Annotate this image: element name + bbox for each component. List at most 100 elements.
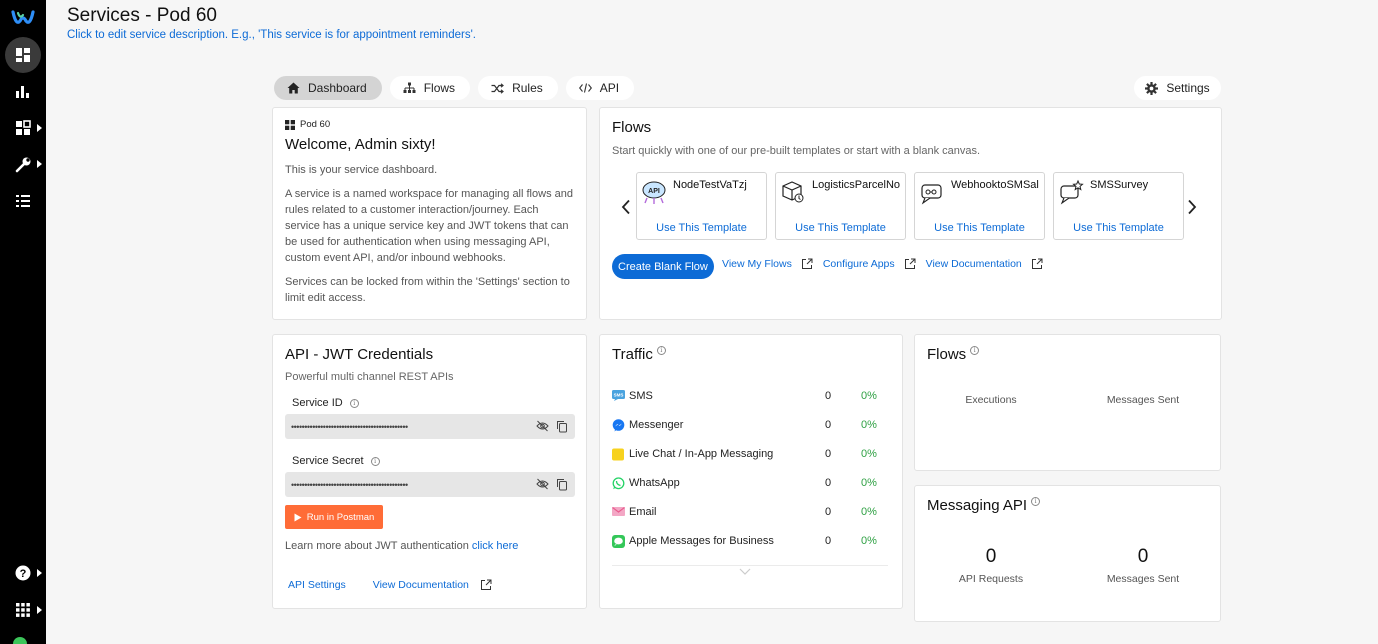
- info-icon[interactable]: i: [656, 346, 666, 355]
- welcome-intro: This is your service dashboard.: [285, 164, 438, 176]
- template-name: SMSSurvey: [1090, 179, 1149, 191]
- sitemap-icon: [403, 82, 416, 93]
- messenger-icon: [612, 419, 625, 432]
- left-nav-rail: ?: [0, 0, 46, 644]
- dashboard-nav-icon[interactable]: [0, 37, 46, 73]
- tab-dashboard[interactable]: Dashboard: [274, 76, 382, 100]
- view-documentation-link[interactable]: View Documentation: [926, 258, 1043, 270]
- api-card-links: API Settings View Documentation: [288, 579, 492, 591]
- traffic-row-apple-messages: Apple Messages for Business 0 0%: [612, 533, 882, 549]
- help-icon[interactable]: ?: [0, 555, 46, 591]
- api-settings-link[interactable]: API Settings: [288, 579, 346, 591]
- template-name: NodeTestVaTzj: [673, 179, 747, 191]
- service-secret-label: Service Secret: [292, 455, 364, 467]
- apple-messages-icon: [612, 535, 625, 548]
- tab-label: API: [599, 81, 620, 95]
- api-requests-label: API Requests: [958, 573, 1024, 585]
- copy-icon[interactable]: [556, 420, 568, 433]
- livechat-icon: [612, 448, 624, 461]
- template-name: WebhooktoSMSal: [951, 179, 1039, 191]
- tab-rules[interactable]: Rules: [478, 76, 558, 100]
- flows-card-title: Flows: [612, 119, 652, 136]
- traffic-row-whatsapp: WhatsApp 0 0%: [612, 475, 882, 491]
- code-icon: [578, 83, 592, 93]
- logs-nav-icon[interactable]: [0, 183, 46, 219]
- template-carousel: API NodeTestVaTzj Use This Template Logi…: [636, 172, 1184, 240]
- traffic-card: Traffic i SMS SMS 0 0% Messenger 0 0% Li…: [599, 334, 903, 609]
- use-template-link[interactable]: Use This Template: [637, 222, 766, 234]
- eye-slash-icon[interactable]: [536, 420, 549, 432]
- flows-links: View My Flows Configure Apps View Docume…: [722, 258, 1043, 270]
- svg-text:API: API: [648, 188, 660, 195]
- service-description-edit[interactable]: Click to edit service description. E.g.,…: [67, 29, 476, 41]
- api-cloud-icon: API: [642, 181, 666, 204]
- template-card[interactable]: WebhooktoSMSal Use This Template: [914, 172, 1045, 240]
- traffic-divider: [612, 565, 888, 566]
- create-blank-flow-button[interactable]: Create Blank Flow: [612, 254, 714, 279]
- eye-slash-icon[interactable]: [536, 478, 549, 490]
- analytics-nav-icon[interactable]: [0, 73, 46, 109]
- survey-icon: [1060, 179, 1084, 205]
- run-in-postman-button[interactable]: Run in Postman: [285, 505, 383, 529]
- executions-label: Executions: [965, 394, 1017, 406]
- shuffle-icon: [491, 82, 504, 94]
- app-grid-icon[interactable]: [0, 592, 46, 628]
- template-card[interactable]: LogisticsParcelNo Use This Template: [775, 172, 906, 240]
- api-card-title: API - JWT Credentials: [285, 346, 434, 363]
- settings-button[interactable]: Settings: [1134, 76, 1221, 100]
- flows-stats-card: Flows i Executions Messages Sent: [914, 334, 1221, 471]
- chevron-left-icon[interactable]: [621, 199, 631, 215]
- chevron-right-icon: [37, 569, 42, 577]
- chevron-right-icon: [37, 606, 42, 614]
- service-grid-icon: [285, 119, 295, 130]
- play-icon: [294, 513, 302, 521]
- copy-icon[interactable]: [556, 478, 568, 491]
- tab-flows[interactable]: Flows: [389, 76, 471, 100]
- welcome-lock-note: Services can be locked from within the '…: [285, 276, 570, 304]
- tab-bar: Dashboard Flows Rules API: [274, 76, 635, 100]
- template-card[interactable]: SMSSurvey Use This Template: [1053, 172, 1184, 240]
- api-requests-value: 0: [985, 546, 997, 567]
- user-status-avatar[interactable]: [13, 637, 27, 644]
- traffic-row-messenger: Messenger 0 0%: [612, 417, 882, 433]
- traffic-row-livechat: Live Chat / In-App Messaging 0 0%: [612, 446, 882, 462]
- info-icon[interactable]: i: [349, 398, 359, 408]
- tab-api[interactable]: API: [565, 76, 635, 100]
- tab-label: Rules: [512, 81, 543, 95]
- tools-nav-icon[interactable]: [0, 146, 46, 182]
- settings-label: Settings: [1166, 81, 1210, 95]
- info-icon[interactable]: i: [970, 346, 980, 355]
- webex-logo-icon[interactable]: [0, 0, 46, 36]
- external-link-icon: [801, 258, 813, 269]
- external-link-icon[interactable]: [480, 579, 492, 591]
- pod-name: Pod 60: [300, 119, 331, 130]
- traffic-title: Traffic: [612, 346, 653, 363]
- template-card[interactable]: API NodeTestVaTzj Use This Template: [636, 172, 767, 240]
- configure-apps-link[interactable]: Configure Apps: [823, 258, 916, 270]
- email-icon: [612, 507, 625, 516]
- parcel-icon: [782, 181, 804, 203]
- info-icon[interactable]: i: [1031, 497, 1041, 506]
- chevron-down-icon[interactable]: [739, 568, 751, 575]
- use-template-link[interactable]: Use This Template: [915, 222, 1044, 234]
- service-secret-field[interactable]: ••••••••••••••••••••••••••••••••••••••••…: [285, 472, 575, 497]
- api-jwt-card: API - JWT Credentials Powerful multi cha…: [272, 334, 587, 609]
- welcome-title: Welcome, Admin sixty!: [285, 136, 436, 153]
- page-title: Services - Pod 60: [67, 5, 217, 26]
- view-my-flows-link[interactable]: View My Flows: [722, 258, 813, 270]
- apps-nav-icon[interactable]: [0, 110, 46, 146]
- welcome-card: Pod 60 Welcome, Admin sixty! This is you…: [272, 107, 587, 320]
- use-template-link[interactable]: Use This Template: [776, 222, 905, 234]
- api-docs-link[interactable]: View Documentation: [373, 579, 469, 591]
- messages-sent-value: 0: [1137, 546, 1149, 567]
- jwt-learn-more: Learn more about JWT authentication clic…: [285, 540, 519, 552]
- webhook-icon: [921, 184, 942, 205]
- service-id-field[interactable]: ••••••••••••••••••••••••••••••••••••••••…: [285, 414, 575, 439]
- use-template-link[interactable]: Use This Template: [1054, 222, 1183, 234]
- chevron-right-icon[interactable]: [1187, 199, 1197, 215]
- info-icon[interactable]: i: [370, 456, 380, 466]
- jwt-click-here-link[interactable]: click here: [472, 540, 518, 552]
- sms-icon: SMS: [612, 390, 625, 401]
- traffic-row-sms: SMS SMS 0 0%: [612, 390, 877, 402]
- traffic-row-email: Email 0 0%: [612, 504, 882, 520]
